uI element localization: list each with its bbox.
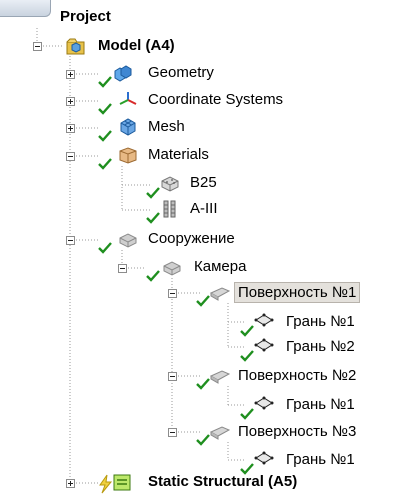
tree-item-material-a3[interactable]: A-III (188, 199, 220, 219)
part-icon (163, 261, 181, 276)
check-icon (240, 325, 254, 337)
surface-body-icon (210, 426, 230, 440)
static-structural-expand-toggle[interactable] (66, 479, 75, 488)
surface2-collapse-toggle[interactable] (168, 372, 177, 381)
coord-expand-toggle[interactable] (66, 97, 75, 106)
model-collapse-toggle[interactable] (33, 42, 42, 51)
check-icon (146, 270, 160, 282)
mesh-icon (120, 118, 136, 136)
check-icon (98, 242, 112, 254)
tree-item-geometry[interactable]: Geometry (146, 63, 216, 83)
part-icon (119, 233, 137, 248)
check-icon (146, 187, 160, 199)
tree-item-surface-1[interactable]: Поверхность №1 (234, 282, 361, 303)
face-icon (254, 451, 274, 465)
tree-item-camera[interactable]: Камера (192, 257, 248, 277)
check-icon (196, 295, 210, 307)
tree-item-surface-2[interactable]: Поверхность №2 (236, 366, 358, 386)
tree-item-face-1-2[interactable]: Грань №2 (284, 337, 357, 357)
model-icon (66, 38, 85, 55)
mesh-expand-toggle[interactable] (66, 124, 75, 133)
check-icon (146, 212, 160, 224)
tree-item-static-structural[interactable]: Static Structural (A5) (146, 472, 299, 492)
surface-body-icon (210, 370, 230, 384)
tree-root-project[interactable]: Project (58, 7, 113, 27)
coordinate-axes-icon (119, 92, 137, 105)
tree-item-face-1-1[interactable]: Грань №1 (284, 312, 357, 332)
check-icon (240, 408, 254, 420)
outline-tree: Project Model (A4) Geometry Coordinate S… (0, 0, 403, 502)
surface-body-icon (210, 287, 230, 301)
surface3-collapse-toggle[interactable] (168, 428, 177, 437)
tree-item-surface-3[interactable]: Поверхность №3 (236, 422, 358, 442)
check-icon (196, 434, 210, 446)
check-icon (240, 350, 254, 362)
tree-item-material-b25[interactable]: B25 (188, 173, 219, 193)
static-structural-icon (113, 474, 131, 491)
check-icon (98, 76, 112, 88)
face-icon (254, 396, 274, 410)
tree-item-structure[interactable]: Сооружение (146, 229, 237, 249)
tree-item-mesh[interactable]: Mesh (146, 117, 187, 137)
material-block-icon (161, 176, 179, 192)
check-icon (98, 103, 112, 115)
face-icon (254, 313, 274, 327)
tree-item-face-2-1[interactable]: Грань №1 (284, 395, 357, 415)
surface1-collapse-toggle[interactable] (168, 289, 177, 298)
check-icon (196, 378, 210, 390)
check-icon (98, 130, 112, 142)
tree-item-coordinate-systems[interactable]: Coordinate Systems (146, 90, 285, 110)
materials-collapse-toggle[interactable] (66, 152, 75, 161)
rebar-icon (163, 200, 176, 218)
check-icon (98, 158, 112, 170)
materials-icon (119, 147, 137, 164)
tree-item-face-3-1[interactable]: Грань №1 (284, 450, 357, 470)
geometry-expand-toggle[interactable] (66, 70, 75, 79)
tree-item-materials[interactable]: Materials (146, 145, 211, 165)
geometry-icon (114, 65, 132, 82)
camera-collapse-toggle[interactable] (118, 264, 127, 273)
structure-collapse-toggle[interactable] (66, 236, 75, 245)
tree-item-model[interactable]: Model (A4) (96, 36, 177, 56)
face-icon (254, 338, 274, 352)
